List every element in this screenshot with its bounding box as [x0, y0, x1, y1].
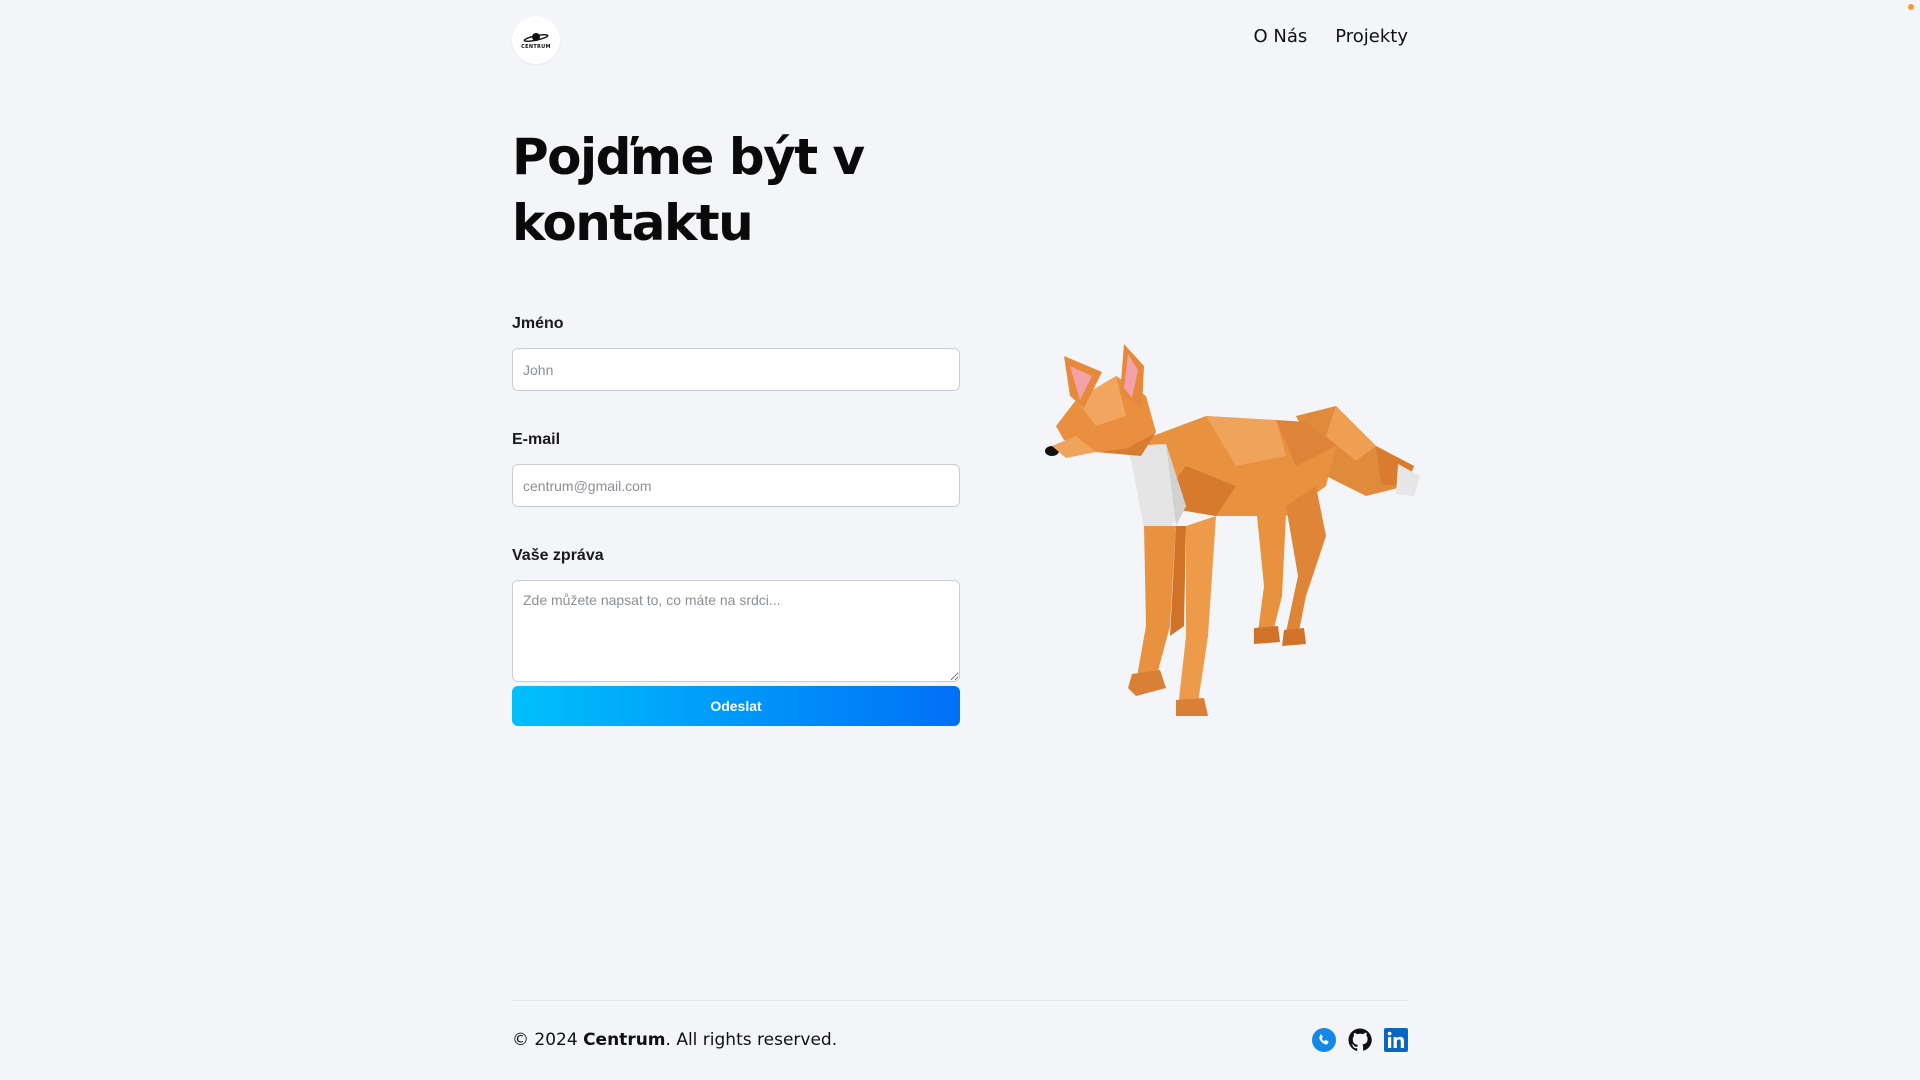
page-container: CENTRUM O Nás Projekty Pojďme být v kont… [512, 0, 1420, 1080]
planet-icon [523, 32, 549, 42]
footer-brand: Centrum [583, 1030, 666, 1050]
main-nav: O Nás Projekty [1253, 26, 1408, 47]
social-links [1312, 1028, 1408, 1052]
message-label: Vaše zpráva [512, 547, 604, 564]
nav-link-o-nas[interactable]: O Nás [1253, 26, 1307, 47]
status-dot [1908, 4, 1914, 10]
fox-illustration [1045, 344, 1420, 716]
name-input[interactable] [512, 348, 960, 391]
email-field-group: E-mail [512, 430, 960, 507]
message-field-group: Vaše zpráva [512, 546, 960, 682]
contact-form: Jméno E-mail Vaše zpráva [512, 314, 960, 721]
page-title: Pojďme být v kontaktu [512, 128, 865, 252]
message-textarea[interactable] [512, 580, 960, 682]
name-label: Jméno [512, 315, 564, 332]
logo-text: CENTRUM [521, 43, 551, 50]
phone-icon[interactable] [1312, 1028, 1336, 1052]
copyright-text: © 2024 Centrum. All rights reserved. [512, 1030, 837, 1050]
email-input[interactable] [512, 464, 960, 507]
logo[interactable]: CENTRUM [512, 16, 560, 64]
submit-button[interactable]: Odeslat [512, 686, 960, 726]
copyright-prefix: © 2024 [512, 1030, 584, 1050]
name-field-group: Jméno [512, 314, 960, 391]
copyright-suffix: . All rights reserved. [665, 1030, 838, 1050]
github-icon[interactable] [1348, 1028, 1372, 1052]
linkedin-icon[interactable] [1384, 1028, 1408, 1052]
footer-divider [512, 1000, 1408, 1001]
email-label: E-mail [512, 431, 561, 448]
nav-link-projekty[interactable]: Projekty [1335, 26, 1408, 47]
